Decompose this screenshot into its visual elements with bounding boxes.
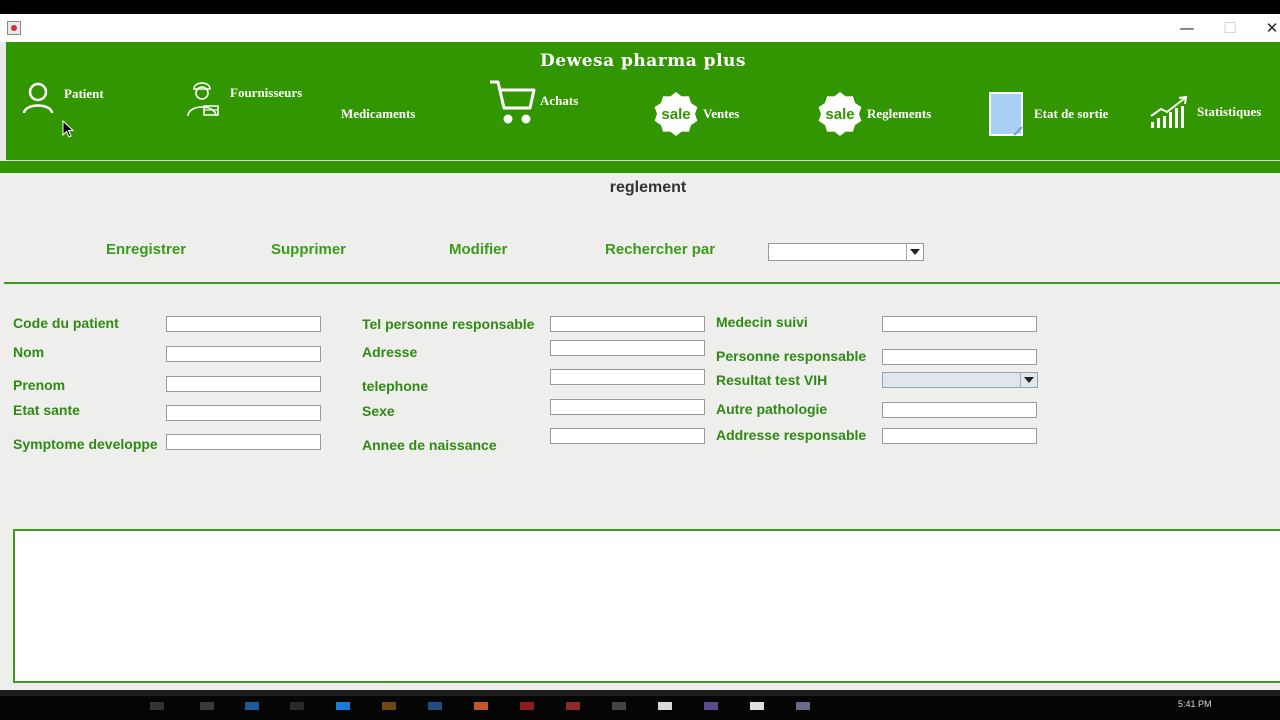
taskbar-icon[interactable] [150,702,164,710]
delivery-man-icon [187,82,219,117]
chevron-down-icon[interactable] [906,244,923,260]
taskbar-icon[interactable] [566,702,580,710]
taskbar-clock[interactable]: 5:41 PM [1178,699,1212,709]
app-title: Dewesa pharma plus [540,51,746,71]
taskbar-icon[interactable] [428,702,442,710]
prenom-input[interactable] [166,376,321,392]
prenom-label: Prenom [13,377,66,393]
taskbar-icon[interactable] [474,702,488,710]
close-button[interactable]: ✕ [1250,14,1280,42]
header-stripe [0,161,1280,173]
annee-naissance-label: Annee de naissance [362,437,497,453]
symptome-label: Symptome developpe [13,436,158,452]
nav-achats[interactable]: Achats [488,76,578,126]
nom-input[interactable] [166,346,321,362]
taskbar-icon[interactable] [796,702,810,710]
symptome-input[interactable] [166,434,321,450]
taskbar: 5:41 PM [0,690,1280,720]
taskbar-icon[interactable] [612,702,626,710]
delete-button[interactable]: Supprimer [271,241,346,258]
save-button[interactable]: Enregistrer [106,241,186,258]
addresse-responsable-input[interactable] [882,428,1037,444]
java-app-icon [7,21,21,35]
header-banner: Dewesa pharma plus Patient Fournisseurs … [6,42,1280,162]
page-title: reglement [609,179,687,196]
adresse-input[interactable] [550,340,705,356]
taskbar-icon[interactable] [704,702,718,710]
etat-sante-label: Etat sante [13,402,80,418]
sale-badge-text: sale [825,106,854,123]
sexe-input[interactable] [550,399,705,415]
search-by-label: Rechercher par [605,241,716,258]
sale-badge-icon: sale [654,92,698,136]
nom-label: Nom [13,344,45,360]
resultat-vih-label: Resultat test VIH [716,372,828,388]
chevron-down-icon[interactable] [1020,373,1037,387]
nav-medicaments[interactable]: Medicaments [341,106,415,122]
nav-label: Ventes [703,106,740,121]
mouse-cursor-icon [62,120,74,138]
taskbar-icon[interactable] [520,702,534,710]
nav-label: Medicaments [341,106,416,121]
tel-responsable-input[interactable] [550,316,705,332]
nav-label: Statistiques [1197,104,1262,119]
taskbar-icon[interactable] [658,702,672,710]
taskbar-icon[interactable] [750,702,764,710]
nav-label: Patient [64,86,104,101]
nav-label: Reglements [867,106,932,121]
taskbar-icon[interactable] [336,702,350,710]
nav-patient[interactable]: Patient [20,80,104,116]
addresse-responsable-label: Addresse responsable [716,427,867,443]
medecin-suivi-label: Medecin suivi [716,314,808,330]
personne-responsable-label: Personne responsable [716,348,867,364]
nav-ventes[interactable]: sale Ventes [653,91,739,137]
sexe-label: Sexe [362,403,395,419]
personne-responsable-input[interactable] [882,349,1037,365]
nav-etat-de-sortie[interactable]: Etat de sortie [988,91,1108,137]
nav-statistiques[interactable]: Statistiques [1149,94,1261,130]
taskbar-icon[interactable] [382,702,396,710]
application-window: — ☐ ✕ Dewesa pharma plus Patient Fournis… [0,14,1280,690]
medecin-suivi-input[interactable] [882,316,1037,332]
code-patient-input[interactable] [166,316,321,332]
search-by-select[interactable] [768,243,924,261]
telephone-input[interactable] [550,369,705,385]
adresse-label: Adresse [362,344,418,360]
shopping-cart-icon [490,80,536,124]
user-icon [22,82,54,114]
telephone-label: telephone [362,378,429,394]
nav-reglements[interactable]: sale Reglements [817,91,931,137]
chart-up-icon [1150,95,1188,128]
resultat-vih-select[interactable] [882,372,1038,388]
sale-badge-icon: sale [818,92,862,136]
minimize-button[interactable]: — [1165,14,1209,42]
section-divider [4,282,1280,284]
document-icon [989,92,1023,136]
etat-sante-input[interactable] [166,405,321,421]
code-patient-label: Code du patient [13,315,119,331]
records-table[interactable] [13,529,1280,683]
taskbar-icon[interactable] [245,702,259,710]
sale-badge-text: sale [661,106,690,123]
autre-pathologie-input[interactable] [882,402,1037,418]
window-titlebar: — ☐ ✕ [0,14,1280,42]
annee-naissance-input[interactable] [550,428,705,444]
nav-label: Etat de sortie [1034,106,1109,121]
autre-pathologie-label: Autre pathologie [716,401,828,417]
maximize-button[interactable]: ☐ [1208,14,1252,42]
edit-button[interactable]: Modifier [449,241,507,258]
nav-label: Fournisseurs [230,85,303,100]
tel-responsable-label: Tel personne responsable [362,316,535,332]
taskbar-icon[interactable] [200,702,214,710]
nav-fournisseurs[interactable]: Fournisseurs [182,78,302,118]
nav-label: Achats [540,93,579,108]
taskbar-icon[interactable] [290,702,304,710]
